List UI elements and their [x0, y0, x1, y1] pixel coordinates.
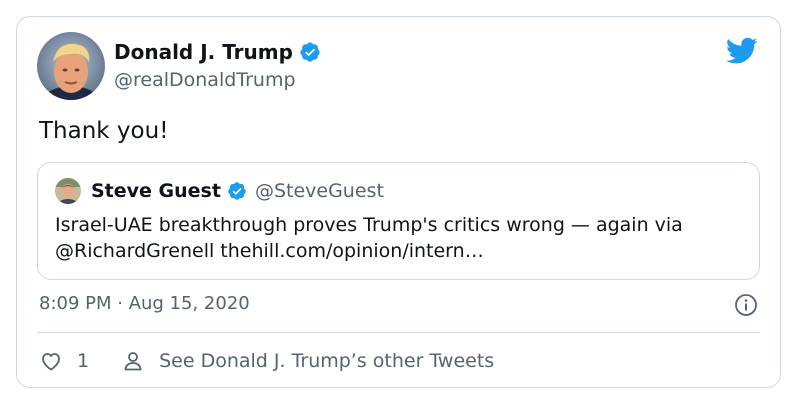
- person-icon[interactable]: [121, 349, 145, 373]
- verified-badge-icon: [228, 182, 246, 200]
- author-name[interactable]: Donald J. Trump: [114, 40, 321, 64]
- tweet-card[interactable]: Donald J. Trump @realDonaldTrump Thank y…: [16, 16, 781, 388]
- quoted-tweet-text[interactable]: Israel-UAE breakthrough proves Trump's c…: [55, 212, 755, 264]
- quoted-author-name[interactable]: Steve Guest: [91, 179, 221, 203]
- twitter-bird-icon[interactable]: [726, 37, 758, 65]
- like-count[interactable]: 1: [77, 348, 89, 374]
- quoted-text-line-1: Israel-UAE breakthrough proves Trump's c…: [55, 214, 683, 236]
- quoted-text-line-2[interactable]: @RichardGrenell thehill.com/opinion/inte…: [55, 238, 755, 264]
- see-other-tweets-link[interactable]: See Donald J. Trump’s other Tweets: [159, 348, 494, 374]
- author-handle[interactable]: @realDonaldTrump: [114, 68, 296, 92]
- tweet-actions: 1 See Donald J. Trump’s other Tweets: [39, 348, 494, 374]
- quoted-author-handle[interactable]: @SteveGuest: [255, 179, 384, 203]
- tweet-text: Thank you!: [39, 118, 169, 144]
- author-avatar[interactable]: [37, 32, 105, 100]
- quoted-author-avatar[interactable]: [55, 178, 81, 204]
- divider: [37, 332, 760, 333]
- quoted-author-line[interactable]: Steve Guest @SteveGuest: [91, 179, 384, 203]
- author-name-text[interactable]: Donald J. Trump: [114, 40, 293, 64]
- tweet-timestamp[interactable]: 8:09 PM · Aug 15, 2020: [39, 292, 250, 316]
- info-icon[interactable]: [734, 293, 758, 317]
- quoted-tweet[interactable]: Steve Guest @SteveGuest Israel-UAE break…: [37, 162, 760, 280]
- heart-icon[interactable]: [39, 349, 63, 373]
- verified-badge-icon: [300, 42, 320, 62]
